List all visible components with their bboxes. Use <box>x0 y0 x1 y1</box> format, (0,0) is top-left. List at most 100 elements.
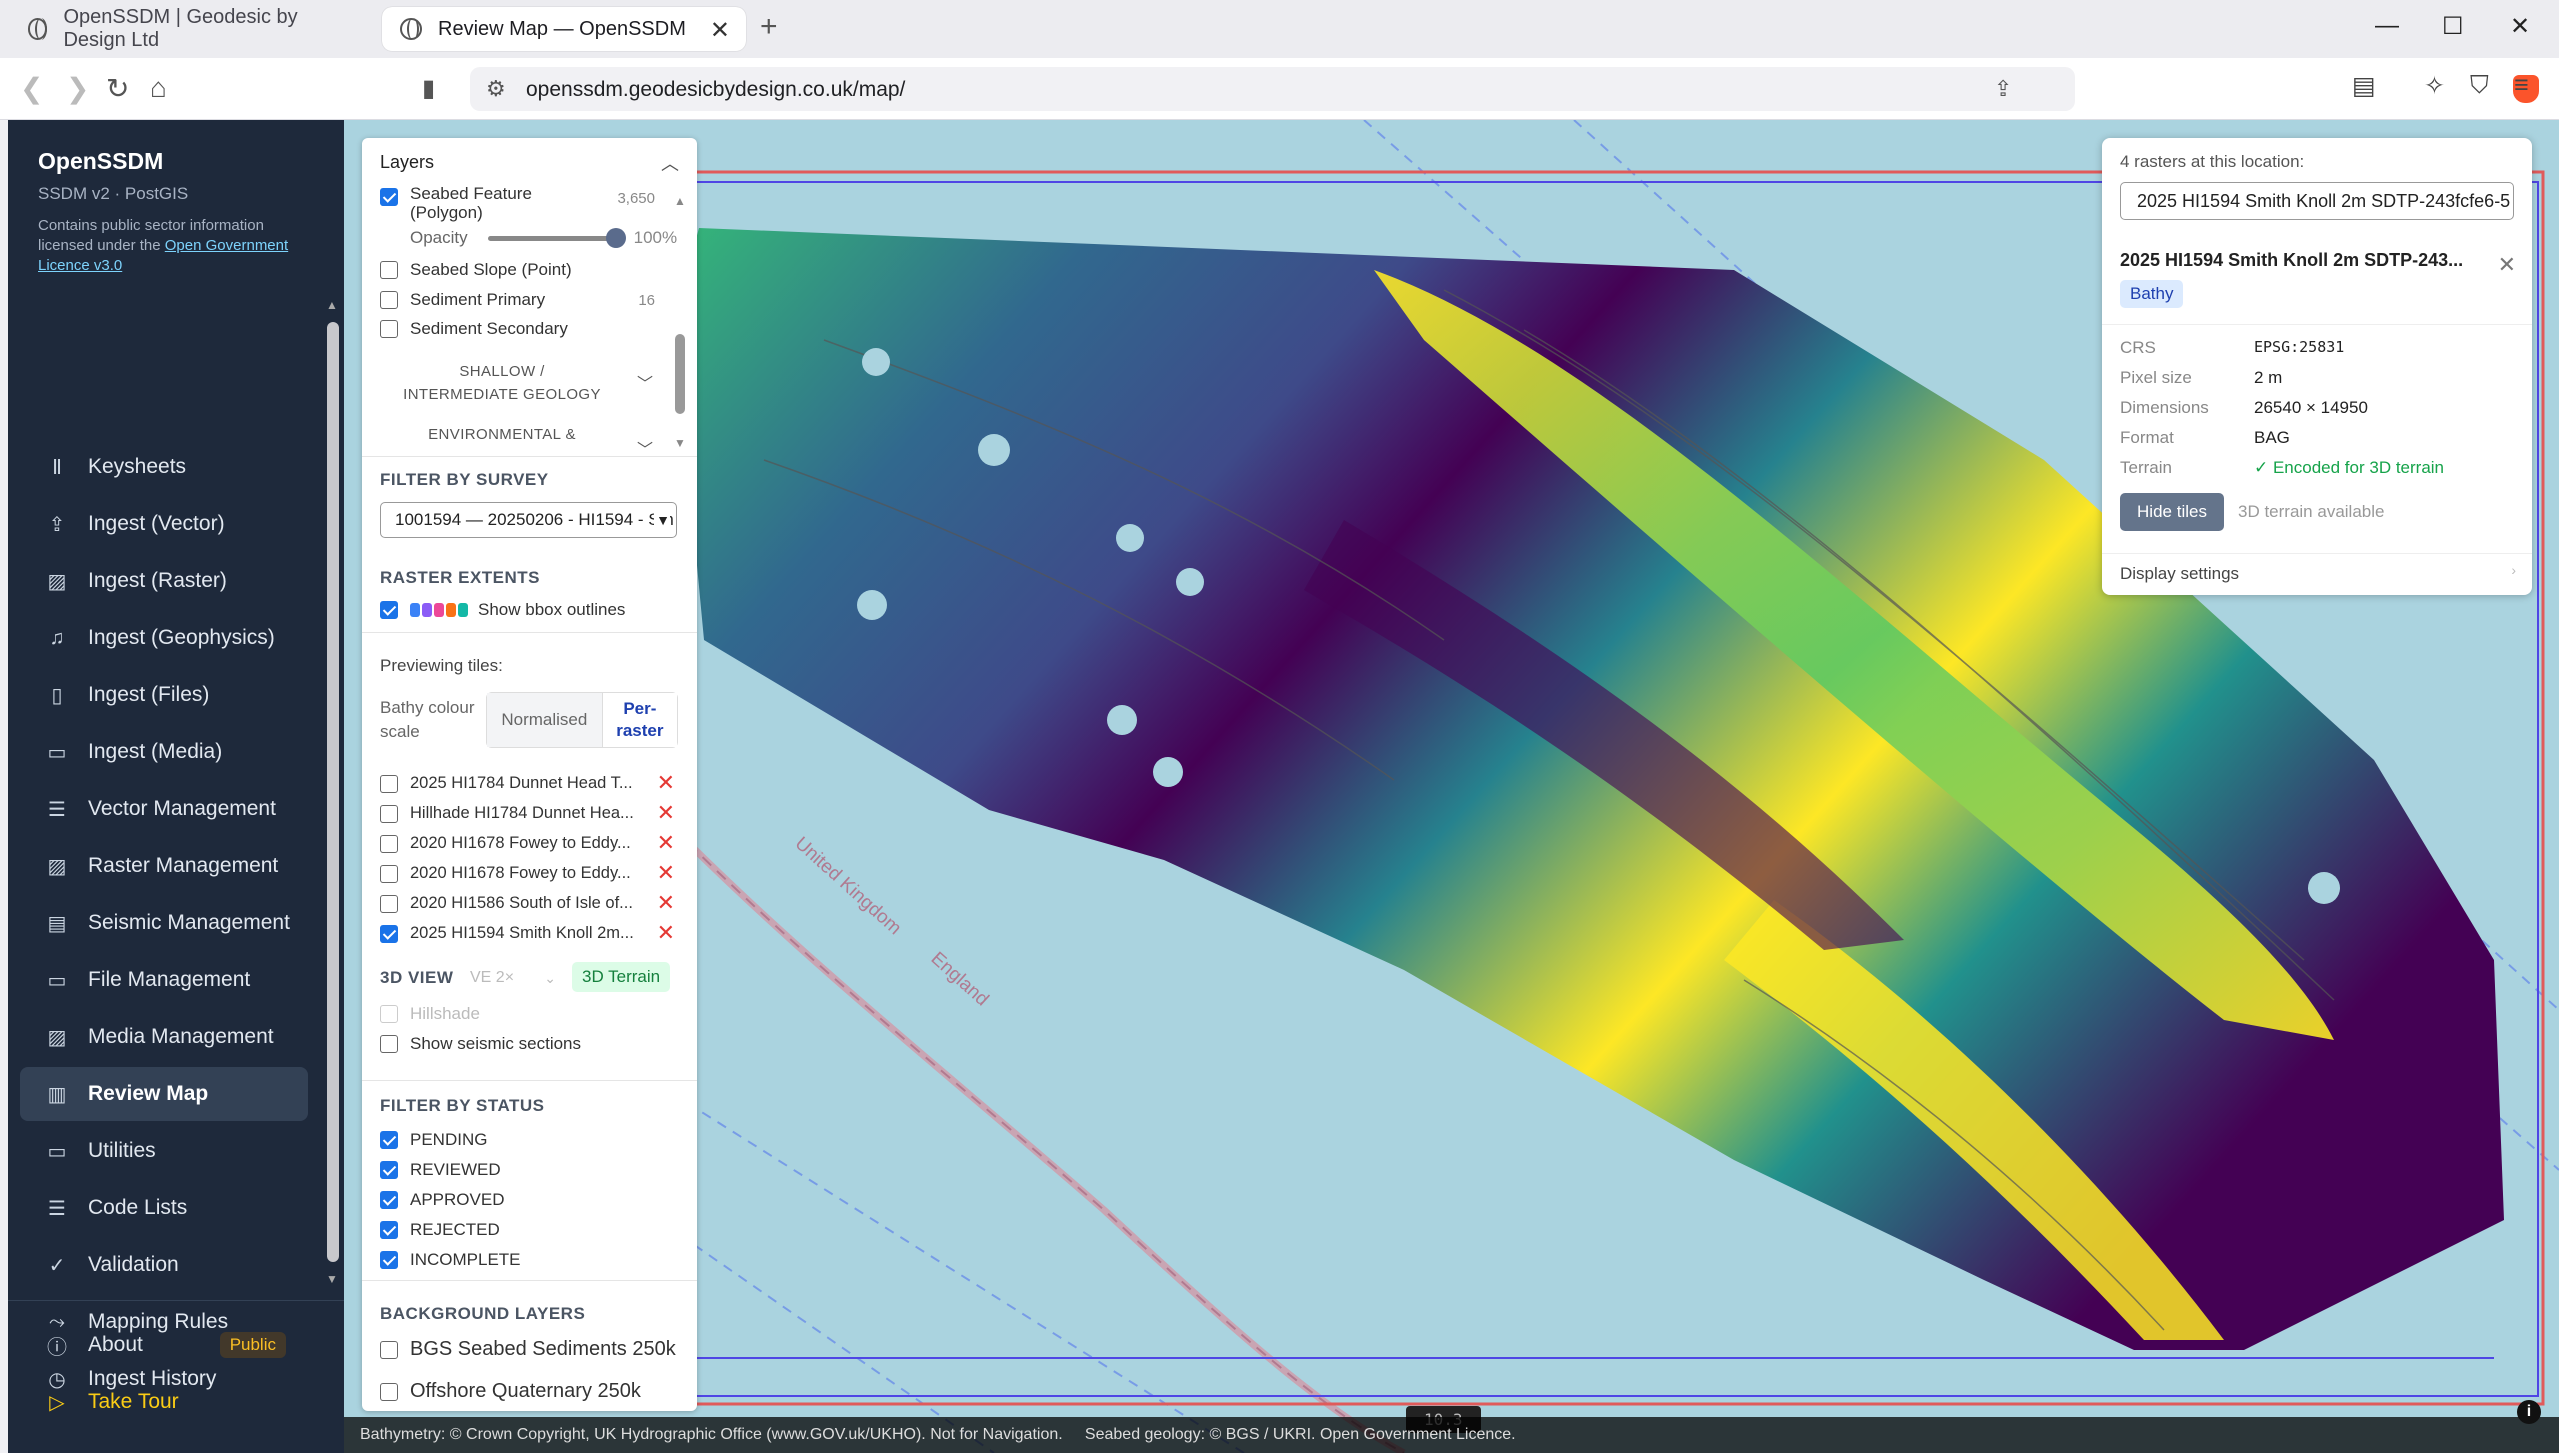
raster-select[interactable]: 2025 HI1594 Smith Knoll 2m SDTP-243fcfe6… <box>2120 182 2514 220</box>
layer-checkbox[interactable] <box>380 188 398 206</box>
close-window-button[interactable]: ✕ <box>2510 12 2530 41</box>
new-tab-button[interactable]: + <box>760 10 778 44</box>
bg-layer-checkbox[interactable] <box>380 1382 398 1401</box>
hide-tiles-button[interactable]: Hide tiles <box>2120 493 2224 531</box>
status-checkbox[interactable] <box>380 1161 398 1179</box>
sidebar-item-code-lists[interactable]: ☰ Code Lists <box>20 1181 308 1235</box>
layer-checkbox[interactable] <box>380 320 398 338</box>
status-checkbox[interactable] <box>380 1191 398 1209</box>
layer-checkbox[interactable] <box>380 261 398 279</box>
back-icon[interactable]: ❮ <box>20 72 43 105</box>
layer-seabed-slope[interactable]: Seabed Slope (Point) <box>380 260 572 280</box>
preview-tile-row[interactable]: 2020 HI1586 South of Isle of... <box>380 894 633 913</box>
bbox-checkbox[interactable] <box>380 601 398 619</box>
bg-layer-bgs-sediments[interactable]: BGS Seabed Sediments 250k <box>380 1338 676 1361</box>
home-icon[interactable]: ⌂ <box>150 72 167 104</box>
preview-tile-row[interactable]: 2025 HI1594 Smith Knoll 2m... <box>380 924 634 943</box>
tab-openssdm-home[interactable]: OpenSSDM | Geodesic by Design Ltd <box>10 6 370 51</box>
chevron-right-icon[interactable]: › <box>2511 562 2516 578</box>
remove-tile-icon[interactable]: ✕ <box>657 830 675 856</box>
tab-review-map[interactable]: Review Map — OpenSSDM ✕ <box>382 7 746 51</box>
share-icon[interactable]: ⇪ <box>1994 76 2012 102</box>
sidebar-item-utilities[interactable]: ▭ Utilities <box>20 1124 308 1178</box>
sidebar-item-raster-management[interactable]: ▨ Raster Management <box>20 839 308 893</box>
sidebar-item-ingest-geophysics[interactable]: ♫ Ingest (Geophysics) <box>20 611 308 665</box>
hillshade-checkbox[interactable] <box>380 1005 398 1023</box>
sidebar-item-ingest-raster[interactable]: ▨ Ingest (Raster) <box>20 554 308 608</box>
layer-seabed-feature[interactable]: Seabed Feature (Polygon) <box>380 184 585 222</box>
preview-tile-row[interactable]: 2025 HI1784 Dunnet Head T... <box>380 774 633 793</box>
remove-tile-icon[interactable]: ✕ <box>657 800 675 826</box>
maximize-button[interactable]: ☐ <box>2442 12 2464 41</box>
tile-checkbox[interactable] <box>380 834 398 853</box>
tile-checkbox[interactable] <box>380 894 398 913</box>
sidebar-item-take-tour[interactable]: ▷ Take Tour <box>20 1375 308 1429</box>
survey-select[interactable]: 1001594 — 20250206 - HI1594 - Sm ▼ <box>380 502 677 538</box>
display-settings-link[interactable]: Display settings <box>2120 564 2239 584</box>
status-checkbox[interactable] <box>380 1251 398 1269</box>
minimize-button[interactable]: — <box>2375 12 2399 40</box>
layer-sediment-primary[interactable]: Sediment Primary <box>380 290 545 310</box>
chevron-up-icon[interactable]: ︿ <box>661 150 679 176</box>
slider-thumb[interactable] <box>605 227 626 248</box>
sidebar-scrollbar[interactable]: ▲ ▼ <box>324 298 342 1286</box>
status-filter-approved[interactable]: APPROVED <box>380 1190 504 1210</box>
group-environmental[interactable]: ENVIRONMENTAL & <box>402 426 602 443</box>
terrain-badge[interactable]: 3D Terrain <box>572 962 671 992</box>
preview-tile-row[interactable]: Hillhade HI1784 Dunnet Hea... <box>380 804 634 823</box>
tile-checkbox[interactable] <box>380 864 398 883</box>
sidebar-item-seismic-management[interactable]: ▤ Seismic Management <box>20 896 308 950</box>
close-icon[interactable]: ✕ <box>2498 252 2516 278</box>
status-filter-reviewed[interactable]: REVIEWED <box>380 1160 501 1180</box>
vpn-shield-icon[interactable]: ⛉ <box>2470 71 2489 100</box>
site-settings-icon[interactable]: ⚙ <box>486 76 506 102</box>
group-shallow-geology[interactable]: SHALLOW / INTERMEDIATE GEOLOGY <box>402 360 602 406</box>
forward-icon[interactable]: ❯ <box>66 72 89 105</box>
bg-layer-offshore-quaternary[interactable]: Offshore Quaternary 250k <box>380 1380 641 1403</box>
ve-select[interactable]: VE 2× ⌄ <box>462 962 562 994</box>
preview-tile-row[interactable]: 2020 HI1678 Fowey to Eddy... <box>380 864 631 883</box>
remove-tile-icon[interactable]: ✕ <box>657 920 675 946</box>
tile-checkbox[interactable] <box>380 804 398 823</box>
seismic-checkbox[interactable] <box>380 1035 398 1053</box>
scale-option-per-raster[interactable]: Per-raster <box>601 693 677 747</box>
sidebar-item-ingest-vector[interactable]: ⇪ Ingest (Vector) <box>20 497 308 551</box>
leo-ai-icon[interactable]: ✧ <box>2424 71 2445 101</box>
remove-tile-icon[interactable]: ✕ <box>657 860 675 886</box>
hillshade-row[interactable]: Hillshade <box>380 1004 480 1024</box>
attribution-info-icon[interactable]: i <box>2517 1400 2541 1424</box>
layer-sediment-secondary[interactable]: Sediment Secondary <box>380 319 568 339</box>
status-checkbox[interactable] <box>380 1131 398 1149</box>
chevron-down-icon[interactable]: ﹀ <box>637 370 653 394</box>
preview-tile-row[interactable]: 2020 HI1678 Fowey to Eddy... <box>380 834 631 853</box>
sidebar-item-validation[interactable]: ✓ Validation <box>20 1238 308 1292</box>
reload-icon[interactable]: ↻ <box>106 72 129 105</box>
layer-checkbox[interactable] <box>380 291 398 309</box>
reader-icon[interactable]: ▤ <box>2352 71 2376 101</box>
sidebar-item-about[interactable]: ⓘ About Public <box>20 1318 308 1372</box>
remove-tile-icon[interactable]: ✕ <box>657 890 675 916</box>
tile-checkbox[interactable] <box>380 774 398 793</box>
status-filter-incomplete[interactable]: INCOMPLETE <box>380 1250 521 1270</box>
sidebar-item-file-management[interactable]: ▭ File Management <box>20 953 308 1007</box>
scale-option-normalised[interactable]: Normalised <box>487 693 602 747</box>
status-filter-pending[interactable]: PENDING <box>380 1130 487 1150</box>
sidebar-item-vector-management[interactable]: ☰ Vector Management <box>20 782 308 836</box>
remove-tile-icon[interactable]: ✕ <box>657 770 675 796</box>
sidebar-item-media-management[interactable]: ▨ Media Management <box>20 1010 308 1064</box>
bathy-scale-toggle[interactable]: Normalised Per-raster <box>486 692 678 748</box>
menu-icon[interactable]: ≡ <box>2514 71 2529 100</box>
sidebar-item-review-map[interactable]: ▥ Review Map <box>20 1067 308 1121</box>
url-field[interactable]: ⚙ openssdm.geodesicbydesign.co.uk/map/ ⇪ <box>470 67 2539 111</box>
sidebar-item-ingest-media[interactable]: ▭ Ingest (Media) <box>20 725 308 779</box>
sidebar-item-ingest-files[interactable]: ▯ Ingest (Files) <box>20 668 308 722</box>
opacity-slider[interactable] <box>487 227 626 248</box>
show-seismic-row[interactable]: Show seismic sections <box>380 1034 581 1054</box>
bg-layer-checkbox[interactable] <box>380 1340 398 1359</box>
status-filter-rejected[interactable]: REJECTED <box>380 1220 500 1240</box>
tile-checkbox[interactable] <box>380 924 398 943</box>
close-tab-icon[interactable]: ✕ <box>710 16 730 45</box>
bookmark-icon[interactable]: ▮ <box>422 74 435 103</box>
status-checkbox[interactable] <box>380 1221 398 1239</box>
show-bbox-row[interactable]: Show bbox outlines <box>380 600 625 620</box>
